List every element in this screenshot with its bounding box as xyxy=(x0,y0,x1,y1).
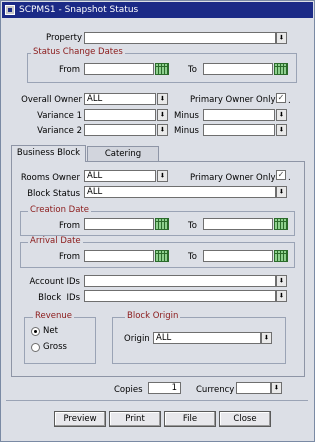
variance1-dropdown-icon[interactable] xyxy=(157,109,168,121)
variance1-minus-dropdown-icon[interactable] xyxy=(276,109,287,121)
copies-label: Copies xyxy=(114,385,143,395)
close-button[interactable]: Close xyxy=(219,411,271,427)
creation-to-field[interactable] xyxy=(203,218,273,230)
revenue-gross-radio[interactable] xyxy=(31,343,40,352)
block-ids-dropdown-icon[interactable] xyxy=(276,290,287,302)
arrival-to-label: To xyxy=(188,252,197,262)
arrival-from-label: From xyxy=(58,252,80,262)
primary-owner-only-checkbox[interactable]: ✓ xyxy=(276,170,286,180)
rooms-owner-dropdown-icon[interactable] xyxy=(157,170,168,182)
tab-catering[interactable]: Catering xyxy=(87,146,159,162)
file-button[interactable]: File xyxy=(164,411,216,427)
primary-owner-only-label: Primary Owner Only xyxy=(190,173,276,183)
arrival-from-field[interactable] xyxy=(84,250,154,262)
window-title: SCPMS1 - Snapshot Status xyxy=(19,5,139,15)
overall-owner-label: Overall Owner xyxy=(21,95,82,105)
divider xyxy=(6,400,308,401)
block-ids-label: Block IDs xyxy=(38,293,80,303)
block-status-dropdown-icon[interactable] xyxy=(276,186,287,198)
print-button[interactable]: Print xyxy=(109,411,161,427)
overall-owner-dropdown-icon[interactable] xyxy=(157,93,168,105)
currency-field[interactable] xyxy=(236,382,271,394)
calendar-icon[interactable] xyxy=(274,218,288,230)
tab-catering-label: Catering xyxy=(104,149,142,159)
checkbox-dot: . xyxy=(288,173,291,183)
variance2-label: Variance 2 xyxy=(37,126,82,136)
window-icon xyxy=(5,5,15,15)
variance2-field[interactable] xyxy=(84,124,156,136)
overall-owner-field[interactable]: ALL xyxy=(84,93,156,105)
currency-label: Currency xyxy=(196,385,235,395)
currency-dropdown-icon[interactable] xyxy=(271,382,282,394)
variance1-field[interactable] xyxy=(84,109,156,121)
status-change-dates-title: Status Change Dates xyxy=(31,47,125,58)
preview-button[interactable]: Preview xyxy=(54,411,106,427)
variance2-dropdown-icon[interactable] xyxy=(157,124,168,136)
calendar-icon[interactable] xyxy=(155,63,169,75)
arrival-date-title: Arrival Date xyxy=(28,236,83,247)
creation-to-label: To xyxy=(188,221,197,231)
tab-business-block-label: Business Block xyxy=(16,148,81,158)
calendar-icon[interactable] xyxy=(155,250,169,262)
origin-field[interactable]: ALL xyxy=(153,332,261,344)
revenue-net-label: Net xyxy=(43,326,58,336)
block-status-label: Block Status xyxy=(27,189,80,199)
block-origin-title: Block Origin xyxy=(125,311,181,322)
variance1-minus-field[interactable] xyxy=(203,109,275,121)
creation-from-label: From xyxy=(58,221,80,231)
block-ids-field[interactable] xyxy=(84,290,276,302)
rooms-owner-field[interactable]: ALL xyxy=(84,170,156,182)
tab-business-block[interactable]: Business Block xyxy=(11,145,86,162)
revenue-gross-label: Gross xyxy=(43,342,67,352)
property-field[interactable] xyxy=(84,32,276,44)
copies-field[interactable]: 1 xyxy=(148,382,181,394)
variance2-minus-label: Minus xyxy=(174,126,199,136)
calendar-icon[interactable] xyxy=(274,63,288,75)
primary-owner-only-top-checkbox[interactable]: ✓ xyxy=(276,93,286,103)
revenue-title: Revenue xyxy=(33,311,75,322)
creation-date-title: Creation Date xyxy=(28,205,91,216)
rooms-owner-label: Rooms Owner xyxy=(20,173,80,183)
creation-from-field[interactable] xyxy=(84,218,154,230)
variance2-minus-field[interactable] xyxy=(203,124,275,136)
status-from-label: From xyxy=(58,65,80,75)
account-ids-dropdown-icon[interactable] xyxy=(276,275,287,287)
account-ids-field[interactable] xyxy=(84,275,276,287)
arrival-to-field[interactable] xyxy=(203,250,273,262)
variance1-minus-label: Minus xyxy=(174,111,199,121)
origin-dropdown-icon[interactable] xyxy=(261,332,272,344)
title-bar[interactable]: SCPMS1 - Snapshot Status xyxy=(2,2,313,18)
status-from-field[interactable] xyxy=(84,63,154,75)
status-to-field[interactable] xyxy=(203,63,273,75)
variance1-label: Variance 1 xyxy=(37,111,82,121)
checkbox-dot: . xyxy=(288,96,291,106)
origin-label: Origin xyxy=(124,334,150,344)
variance2-minus-dropdown-icon[interactable] xyxy=(276,124,287,136)
primary-owner-only-top-label: Primary Owner Only xyxy=(190,95,276,105)
property-dropdown-icon[interactable] xyxy=(276,32,287,44)
property-label: Property xyxy=(46,33,82,43)
revenue-net-radio[interactable] xyxy=(31,327,40,336)
revenue-group xyxy=(24,317,96,364)
block-status-field[interactable]: ALL xyxy=(84,186,276,198)
status-to-label: To xyxy=(188,65,197,75)
account-ids-label: Account IDs xyxy=(29,277,80,287)
calendar-icon[interactable] xyxy=(274,250,288,262)
calendar-icon[interactable] xyxy=(155,218,169,230)
